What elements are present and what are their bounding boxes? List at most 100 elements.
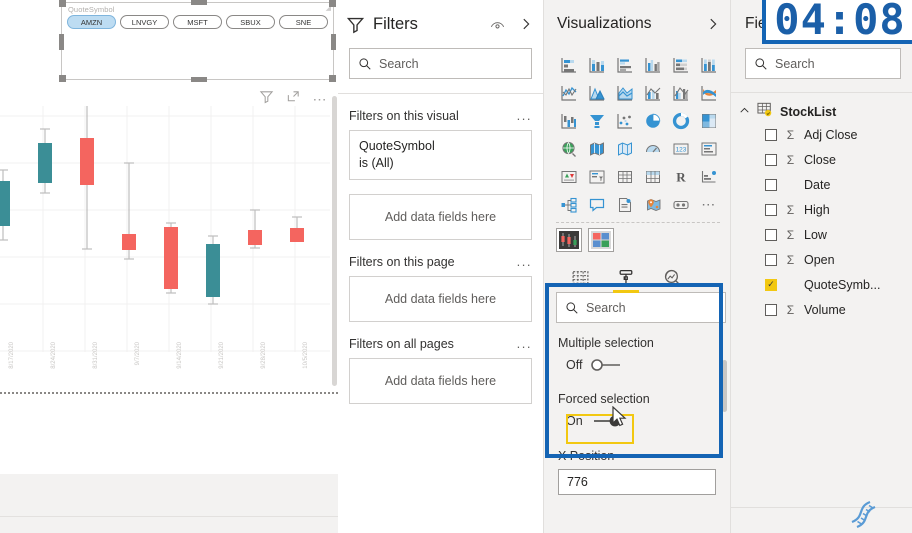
section-more-options-icon[interactable]: ... [517, 254, 532, 269]
kpi-icon[interactable] [556, 164, 582, 189]
page-boundary-dotted-line [0, 392, 338, 394]
key-influencers-icon[interactable] [696, 164, 722, 189]
pie-chart-icon[interactable] [640, 108, 666, 133]
clustered-bar-chart-icon[interactable] [612, 52, 638, 77]
chevron-right-icon[interactable] [706, 17, 720, 31]
map-icon[interactable] [556, 136, 582, 161]
more-options-icon[interactable]: ⋯ [313, 91, 329, 108]
multi-row-card-icon[interactable] [696, 136, 722, 161]
stacked-bar-chart-icon[interactable] [556, 52, 582, 77]
resize-handle-top-left[interactable] [59, 0, 66, 7]
x-position-label: X Position [558, 449, 615, 463]
candlestick-chart-visual[interactable]: ⋯ 8/17/2020 8/24/2020 8/31/2020 9/7/2020… [0, 84, 338, 384]
field-item-date[interactable]: Date [731, 172, 912, 197]
field-item-volume[interactable]: Σ Volume [731, 297, 912, 322]
resize-handle-bottom-center[interactable] [191, 77, 207, 82]
field-checkbox[interactable] [765, 128, 777, 141]
resize-handle-middle-left[interactable] [59, 34, 64, 50]
chevron-up-icon[interactable] [739, 103, 750, 121]
slicer-item-sbux[interactable]: SBUX [226, 15, 275, 29]
area-chart-icon[interactable] [584, 80, 610, 105]
grid-custom-visual-icon[interactable] [588, 228, 614, 252]
field-checkbox[interactable] [765, 203, 777, 216]
resize-handle-bottom-left[interactable] [59, 75, 66, 82]
slicer-icon[interactable] [584, 164, 610, 189]
resize-handle-middle-right[interactable] [331, 34, 336, 50]
forced-selection-toggle[interactable]: On [558, 414, 730, 428]
resize-handle-top-center[interactable] [191, 0, 207, 5]
slicer-item-lnvgy[interactable]: LNVGY [120, 15, 169, 29]
table-icon[interactable] [612, 164, 638, 189]
slicer-item-amzn[interactable]: AMZN [67, 15, 116, 29]
funnel-chart-icon[interactable] [584, 108, 610, 133]
paginated-report-icon[interactable] [612, 192, 638, 217]
section-more-options-icon[interactable]: ... [517, 108, 532, 123]
matrix-icon[interactable] [640, 164, 666, 189]
line-clustered-column-chart-icon[interactable] [668, 80, 694, 105]
slicer-item-sne[interactable]: SNE [279, 15, 328, 29]
filter-dropzone-page[interactable]: Add data fields here [349, 276, 532, 322]
field-item-low[interactable]: Σ Low [731, 222, 912, 247]
visibility-icon[interactable] [490, 17, 505, 32]
line-chart-icon[interactable] [556, 80, 582, 105]
clustered-column-chart-icon[interactable] [640, 52, 666, 77]
more-visuals-icon[interactable]: ⋯ [696, 192, 722, 217]
filter-card-quotesymbol[interactable]: QuoteSymbol is (All) [349, 130, 532, 180]
shape-map-icon[interactable] [612, 136, 638, 161]
report-canvas[interactable]: QuoteSymbol ◢ AMZN LNVGY MSFT SBUX SNE ⋯… [0, 0, 338, 533]
line-stacked-column-chart-icon[interactable] [640, 80, 666, 105]
filter-dropzone-visual[interactable]: Add data fields here [349, 194, 532, 240]
field-item-quotesymbol[interactable]: QuoteSymb... [731, 272, 912, 297]
resize-handle-top-right[interactable] [329, 0, 336, 7]
q-and-a-icon[interactable] [584, 192, 610, 217]
ribbon-chart-icon[interactable] [696, 80, 722, 105]
filter-dropzone-all-pages[interactable]: Add data fields here [349, 358, 532, 404]
field-checkbox[interactable] [765, 303, 777, 316]
format-pane-scrollbar[interactable] [722, 360, 727, 412]
quotesymbol-slicer-visual[interactable]: QuoteSymbol ◢ AMZN LNVGY MSFT SBUX SNE [59, 0, 336, 82]
section-label: Filters on this page [349, 255, 455, 269]
filled-map-icon[interactable] [584, 136, 610, 161]
field-checkbox[interactable] [765, 153, 777, 166]
stacked-area-chart-icon[interactable] [612, 80, 638, 105]
field-checkbox[interactable] [765, 178, 777, 191]
analytics-tab[interactable] [659, 264, 685, 290]
power-apps-icon[interactable] [668, 192, 694, 217]
x-position-input[interactable]: 776 [558, 469, 716, 495]
waterfall-chart-icon[interactable] [556, 108, 582, 133]
field-item-high[interactable]: Σ High [731, 197, 912, 222]
donut-chart-icon[interactable] [668, 108, 694, 133]
stacked-column-chart-icon[interactable] [584, 52, 610, 77]
chevron-right-icon[interactable] [519, 17, 533, 31]
fields-tab[interactable] [567, 264, 593, 290]
filters-search-input[interactable]: Search [349, 48, 532, 79]
format-tab[interactable] [613, 264, 639, 293]
field-checkbox[interactable] [765, 278, 777, 291]
field-item-adj-close[interactable]: Σ Adj Close [731, 122, 912, 147]
fields-search-input[interactable]: Search [745, 48, 901, 79]
field-item-open[interactable]: Σ Open [731, 247, 912, 272]
100-stacked-column-chart-icon[interactable] [696, 52, 722, 77]
section-more-options-icon[interactable]: ... [517, 336, 532, 351]
gauge-icon[interactable] [640, 136, 666, 161]
arcgis-map-icon[interactable] [640, 192, 666, 217]
table-node-stocklist[interactable]: StockList [731, 93, 912, 122]
multiple-selection-toggle[interactable]: Off [558, 358, 730, 372]
format-search-input[interactable]: Search [556, 292, 726, 323]
card-icon[interactable]: 123 [668, 136, 694, 161]
resize-handle-bottom-right[interactable] [329, 75, 336, 82]
fields-search-wrapper: Search [731, 48, 912, 79]
field-checkbox[interactable] [765, 253, 777, 266]
decomposition-tree-icon[interactable] [556, 192, 582, 217]
field-item-close[interactable]: Σ Close [731, 147, 912, 172]
x-tick-label: 8/17/2020 [9, 342, 15, 369]
100-stacked-bar-chart-icon[interactable] [668, 52, 694, 77]
scatter-chart-icon[interactable] [612, 108, 638, 133]
treemap-icon[interactable] [696, 108, 722, 133]
field-checkbox[interactable] [765, 228, 777, 241]
field-list: Σ Adj Close Σ Close Date Σ High Σ Low Σ … [731, 122, 912, 322]
r-script-visual-icon[interactable]: R [668, 164, 694, 189]
canvas-scrollbar[interactable] [332, 96, 337, 386]
candlestick-custom-visual-icon[interactable] [556, 228, 582, 252]
slicer-item-msft[interactable]: MSFT [173, 15, 222, 29]
